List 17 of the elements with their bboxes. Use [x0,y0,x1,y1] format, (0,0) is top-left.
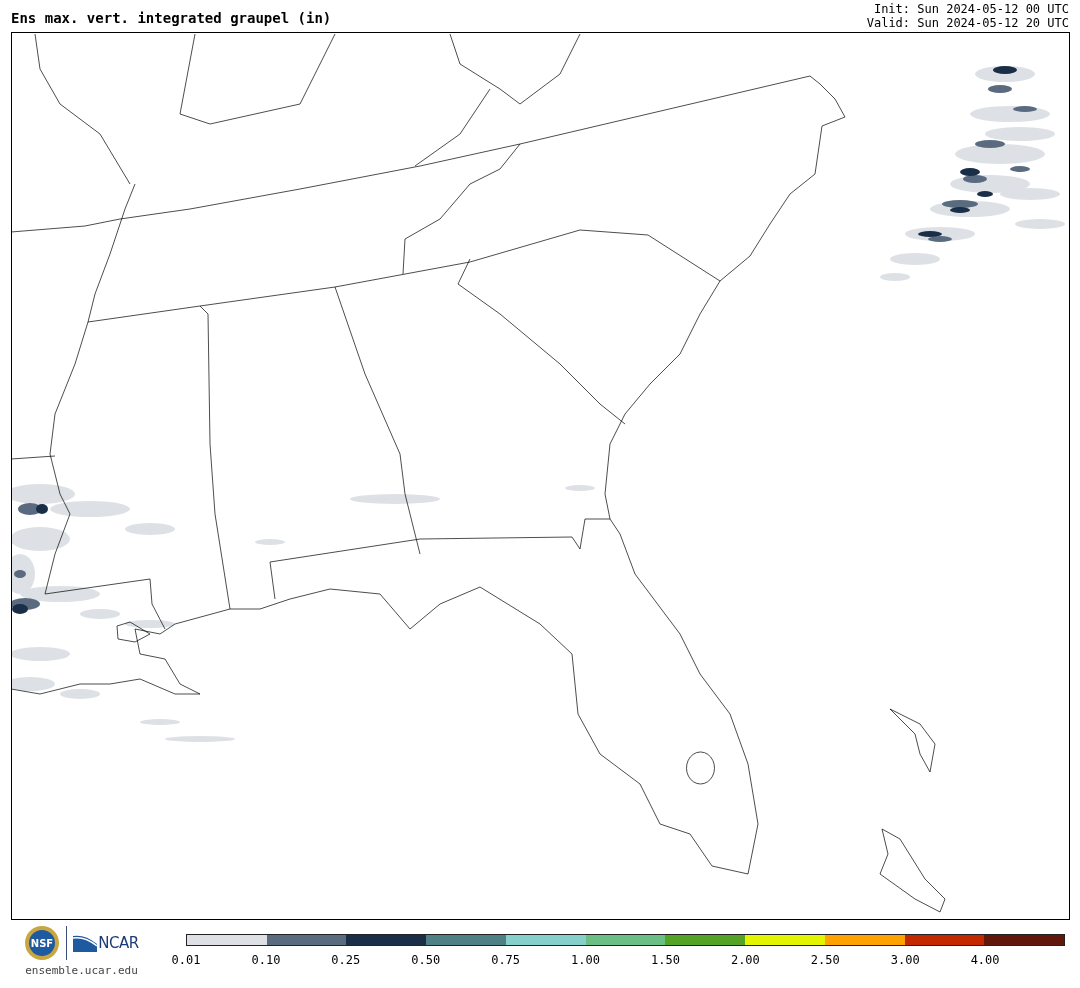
tick-label: 0.10 [251,952,281,967]
map-title: Ens max. vert. integrated graupel (in) [11,10,332,26]
valid-time: Valid: Sun 2024-05-12 20 UTC [866,16,1069,30]
tick-label: 0.75 [491,952,521,967]
tick-label: 2.50 [810,952,840,967]
tick-label: 1.50 [651,952,680,967]
tick-label: 3.00 [890,952,920,967]
ncar-logo: NCAR [73,934,139,952]
tick-label: 0.50 [411,952,441,967]
tick-label: 0.01 [171,952,201,967]
tick-label: 1.00 [571,952,600,967]
tick-label: 2.00 [730,952,760,967]
nsf-logo: NSF [24,925,61,961]
init-time: Init: Sun 2024-05-12 00 UTC [873,2,1069,16]
tick-label: 0.25 [331,952,361,967]
website-url: ensemble.ucar.edu [25,964,138,977]
tick-label: 4.00 [970,952,1000,967]
